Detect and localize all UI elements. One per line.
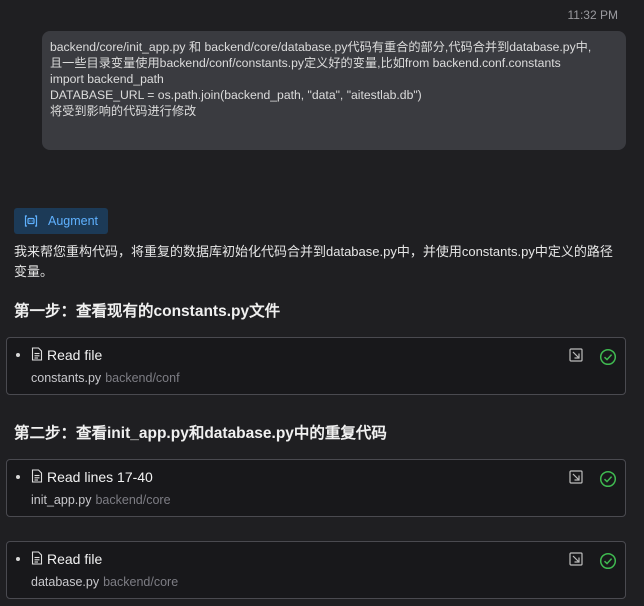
bullet [16,475,20,479]
user-message-line: 且一些目录变量使用backend/conf/constants.py定义好的变量… [50,56,561,70]
file-name: constants.py [31,371,102,385]
file-dir: backend/core [103,575,179,589]
agent-name: Augment [48,214,99,228]
tool-file-path: constants.py backend/conf [31,371,180,385]
user-message: backend/core/init_app.py 和 backend/core/… [42,31,626,150]
user-message-line: backend/core/init_app.py 和 backend/core/… [50,40,592,54]
open-external-icon[interactable] [569,552,583,566]
document-icon [31,551,43,565]
check-circle-icon [599,470,617,488]
tool-call-card[interactable]: Read file database.py backend/core [6,541,626,599]
user-message-line: 将受到影响的代码进行修改 [50,104,197,118]
tool-title: Read file [47,551,103,567]
timestamp: 11:32 PM [567,8,618,22]
step-heading: 第一步：查看现有的constants.py文件 [14,303,281,320]
document-icon [31,469,43,483]
document-icon [31,347,43,361]
open-external-icon[interactable] [569,348,583,362]
open-external-icon[interactable] [569,470,583,484]
check-circle-icon [599,552,617,570]
file-dir: backend/core [95,493,171,507]
user-message-line: import backend_path [50,72,164,86]
bullet [16,353,20,357]
user-message-line: DATABASE_URL = os.path.join(backend_path… [50,88,422,102]
step-heading: 第二步：查看init_app.py和database.py中的重复代码 [14,425,387,442]
file-name: database.py [31,575,100,589]
tool-file-path: init_app.py backend/core [31,493,171,507]
file-name: init_app.py [31,493,92,507]
agent-intro-text: 我来帮您重构代码，将重复的数据库初始化代码合并到database.py中，并使用… [14,244,613,279]
tool-title: Read file [47,347,103,363]
tool-file-path: database.py backend/core [31,575,178,589]
tool-title: Read lines 17-40 [47,469,153,485]
file-dir: backend/conf [105,371,180,385]
augment-icon [24,214,38,228]
check-circle-icon [599,348,617,366]
tool-call-card[interactable]: Read file constants.py backend/conf [6,337,626,395]
agent-badge: Augment [14,208,109,234]
bullet [16,557,20,561]
tool-call-card[interactable]: Read lines 17-40 init_app.py backend/core [6,459,626,517]
